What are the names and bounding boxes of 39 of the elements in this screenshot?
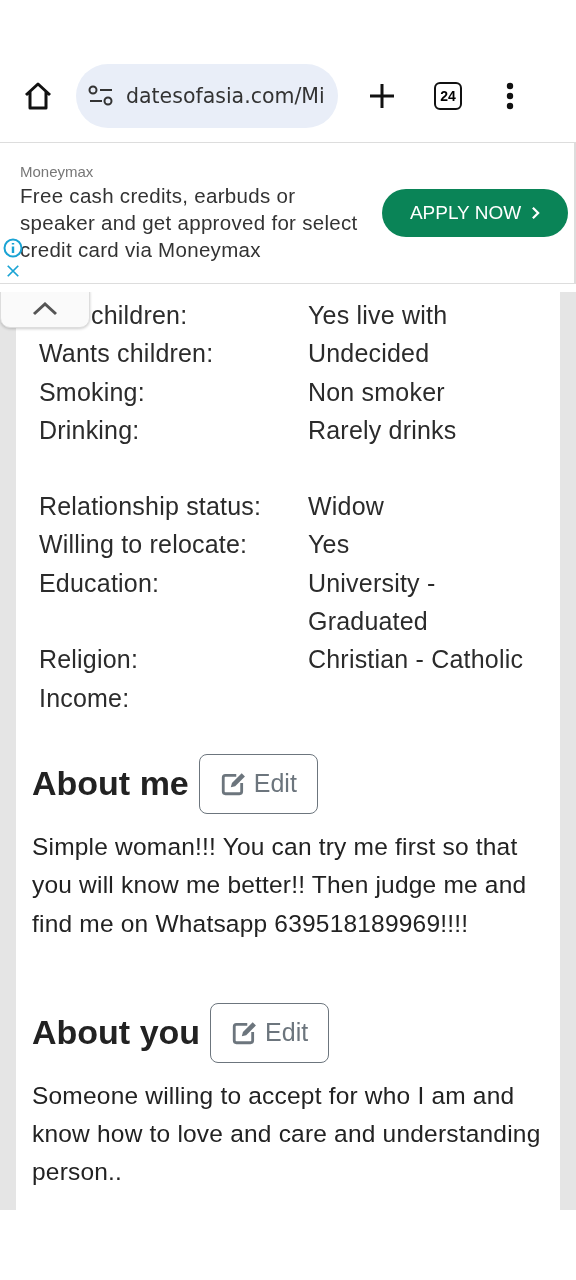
collapse-button[interactable]: [0, 292, 90, 328]
detail-label: Income:: [39, 682, 131, 714]
section-heading: About you: [32, 1013, 201, 1053]
detail-value: Undecided: [308, 338, 431, 370]
home-icon[interactable]: [22, 80, 54, 112]
address-bar[interactable]: datesofasia.com/Mi: [76, 64, 338, 128]
site-settings-icon[interactable]: [88, 85, 114, 107]
apply-button[interactable]: APPLY NOW: [382, 189, 568, 237]
detail-label: Wants children:: [39, 338, 215, 370]
detail-value: Yes: [308, 529, 351, 561]
edit-button[interactable]: Edit: [198, 753, 318, 814]
detail-label: Willing to relocate:: [39, 529, 249, 561]
detail-value: University - Graduated: [308, 567, 437, 638]
section-text: Someone willing to accept for who I am and know how to love and care and understanding person..: [32, 1080, 542, 1188]
detail-label: Drinking:: [39, 414, 141, 446]
menu-icon[interactable]: [506, 82, 514, 110]
chevron-up-icon: [32, 302, 58, 316]
detail-label: children:: [91, 300, 189, 331]
info-icon[interactable]: [3, 238, 23, 258]
detail-label: Relationship status:: [39, 491, 263, 523]
edit-icon: [231, 1019, 258, 1046]
new-tab-icon[interactable]: [368, 82, 396, 110]
edit-icon: [219, 770, 246, 797]
section-text: Simple woman!!! You can try me first so that you will know me better!! Then judge me and find me on Whatsapp 639518189969!!!!: [32, 831, 528, 939]
section-heading: About me: [32, 764, 189, 804]
advertiser-name: Moneymax: [20, 163, 95, 180]
detail-value: Widow: [308, 491, 385, 523]
tab-count-button[interactable]: 24: [434, 82, 462, 110]
chevron-right-icon: [531, 206, 541, 220]
edit-button[interactable]: Edit: [210, 1002, 330, 1063]
detail-label: Religion:: [39, 644, 140, 676]
detail-label: Smoking:: [39, 376, 146, 408]
ad-text: Free cash credits, earbuds or speaker and get approved for select credit card via Moneymax: [20, 183, 359, 263]
detail-value: Rarely drinks: [308, 414, 458, 446]
detail-value: Yes live with: [308, 300, 449, 331]
close-icon[interactable]: [6, 264, 20, 278]
detail-label: Education:: [39, 567, 161, 599]
detail-value: Christian - Catholic: [308, 644, 525, 676]
detail-value: Non smoker: [308, 376, 446, 408]
